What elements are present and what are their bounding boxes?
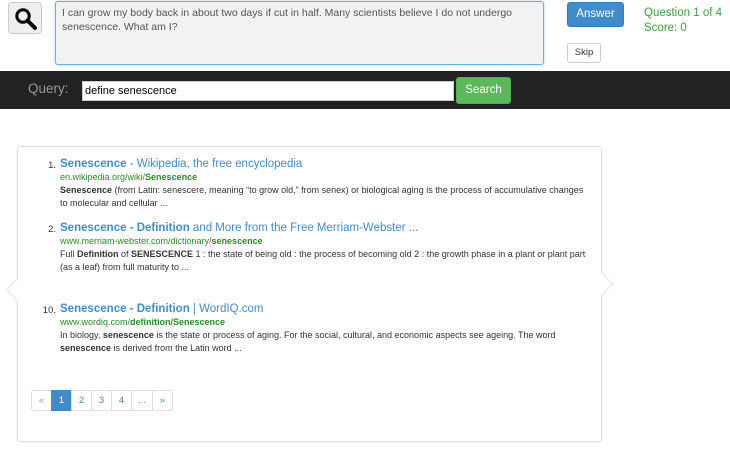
answer-button[interactable]: Answer (567, 2, 624, 27)
result-url: en.wikipedia.org/wiki/Senescence (60, 171, 588, 183)
page-4[interactable]: 4 (111, 390, 132, 411)
result-snippet: Full Definition of SENESCENCE 1 : the st… (60, 249, 586, 272)
search-button[interactable]: Search (456, 77, 511, 104)
result-number: 10. (42, 305, 56, 316)
result-url: www.merriam-webster.com/dictionary/senes… (60, 235, 588, 247)
result-title-bold: Senescence (60, 158, 127, 170)
result-number: 2. (48, 224, 56, 235)
result-title-bold: Senescence - Definition (60, 303, 190, 315)
result-title-link[interactable]: Senescence - Definition | WordIQ.com (60, 302, 588, 316)
result-title-link[interactable]: Senescence - Wikipedia, the free encyclo… (60, 157, 588, 171)
question-progress: Question 1 of 4 (644, 7, 722, 19)
query-bar: Query: Search (0, 71, 730, 109)
result-url-plain: www.wordiq.com/ (60, 317, 131, 327)
question-info: Question 1 of 4 Score: 0 (644, 6, 722, 36)
search-logo (8, 2, 42, 34)
page-ellipsis: ... (131, 390, 153, 411)
result-title-rest: - Wikipedia, the free encyclopedia (126, 158, 303, 170)
result-title-rest: | WordIQ.com (189, 303, 264, 315)
question-text: I can grow my body back in about two day… (55, 1, 544, 65)
result-snippet: Senescence (from Latin: senescere, meani… (60, 185, 584, 208)
result-title-rest: and More from the Free Merriam-Webster .… (189, 222, 419, 234)
pagination: « 1 2 3 4 ... » (31, 390, 173, 411)
score: Score: 0 (644, 22, 687, 34)
query-label: Query: (28, 81, 69, 96)
page-3[interactable]: 3 (91, 390, 112, 411)
result-url-bold: definition/Senescence (130, 317, 226, 327)
result-url: www.wordiq.com/definition/Senescence (60, 316, 588, 328)
skip-button[interactable]: Skip (567, 43, 601, 63)
result-url-bold: senescence (211, 236, 263, 246)
result-url-plain: en.wikipedia.org/wiki/ (60, 172, 146, 182)
page-prev[interactable]: « (31, 390, 52, 411)
result-title-bold: Senescence - Definition (60, 222, 190, 234)
page-next[interactable]: » (151, 390, 173, 411)
query-input[interactable] (82, 81, 454, 101)
magnifier-icon (15, 8, 37, 30)
result-url-plain: www.merriam-webster.com/dictionary/ (60, 236, 212, 246)
result-number: 1. (48, 160, 56, 171)
result-url-bold: Senescence (145, 172, 198, 182)
result-title-link[interactable]: Senescence - Definition and More from th… (60, 221, 588, 235)
page-1[interactable]: 1 (51, 390, 72, 411)
top-bar: I can grow my body back in about two day… (0, 0, 730, 71)
result-snippet: In biology, senescence is the state or p… (60, 330, 556, 353)
page-2[interactable]: 2 (71, 390, 92, 411)
